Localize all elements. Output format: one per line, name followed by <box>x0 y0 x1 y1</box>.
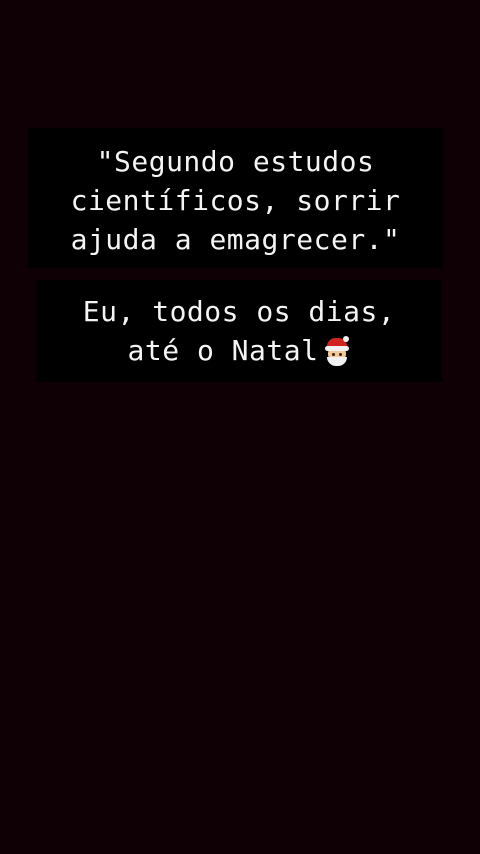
quote-line-3: ajuda a emagrecer." <box>70 223 401 256</box>
santa-face-icon <box>324 336 350 366</box>
reply-line-2: até o Natal <box>36 331 442 370</box>
reply-caption: Eu, todos os dias, até o Natal <box>36 280 442 382</box>
reply-line-1: Eu, todos os dias, <box>82 295 396 328</box>
quote-line-2: científicos, sorrir <box>70 184 401 217</box>
story-canvas: "Segundo estudos científicos, sorrir aju… <box>0 0 480 854</box>
quote-caption: "Segundo estudos científicos, sorrir aju… <box>28 128 443 268</box>
reply-line-2-text: até o Natal <box>127 334 319 367</box>
quote-line-1: "Segundo estudos <box>96 145 375 178</box>
